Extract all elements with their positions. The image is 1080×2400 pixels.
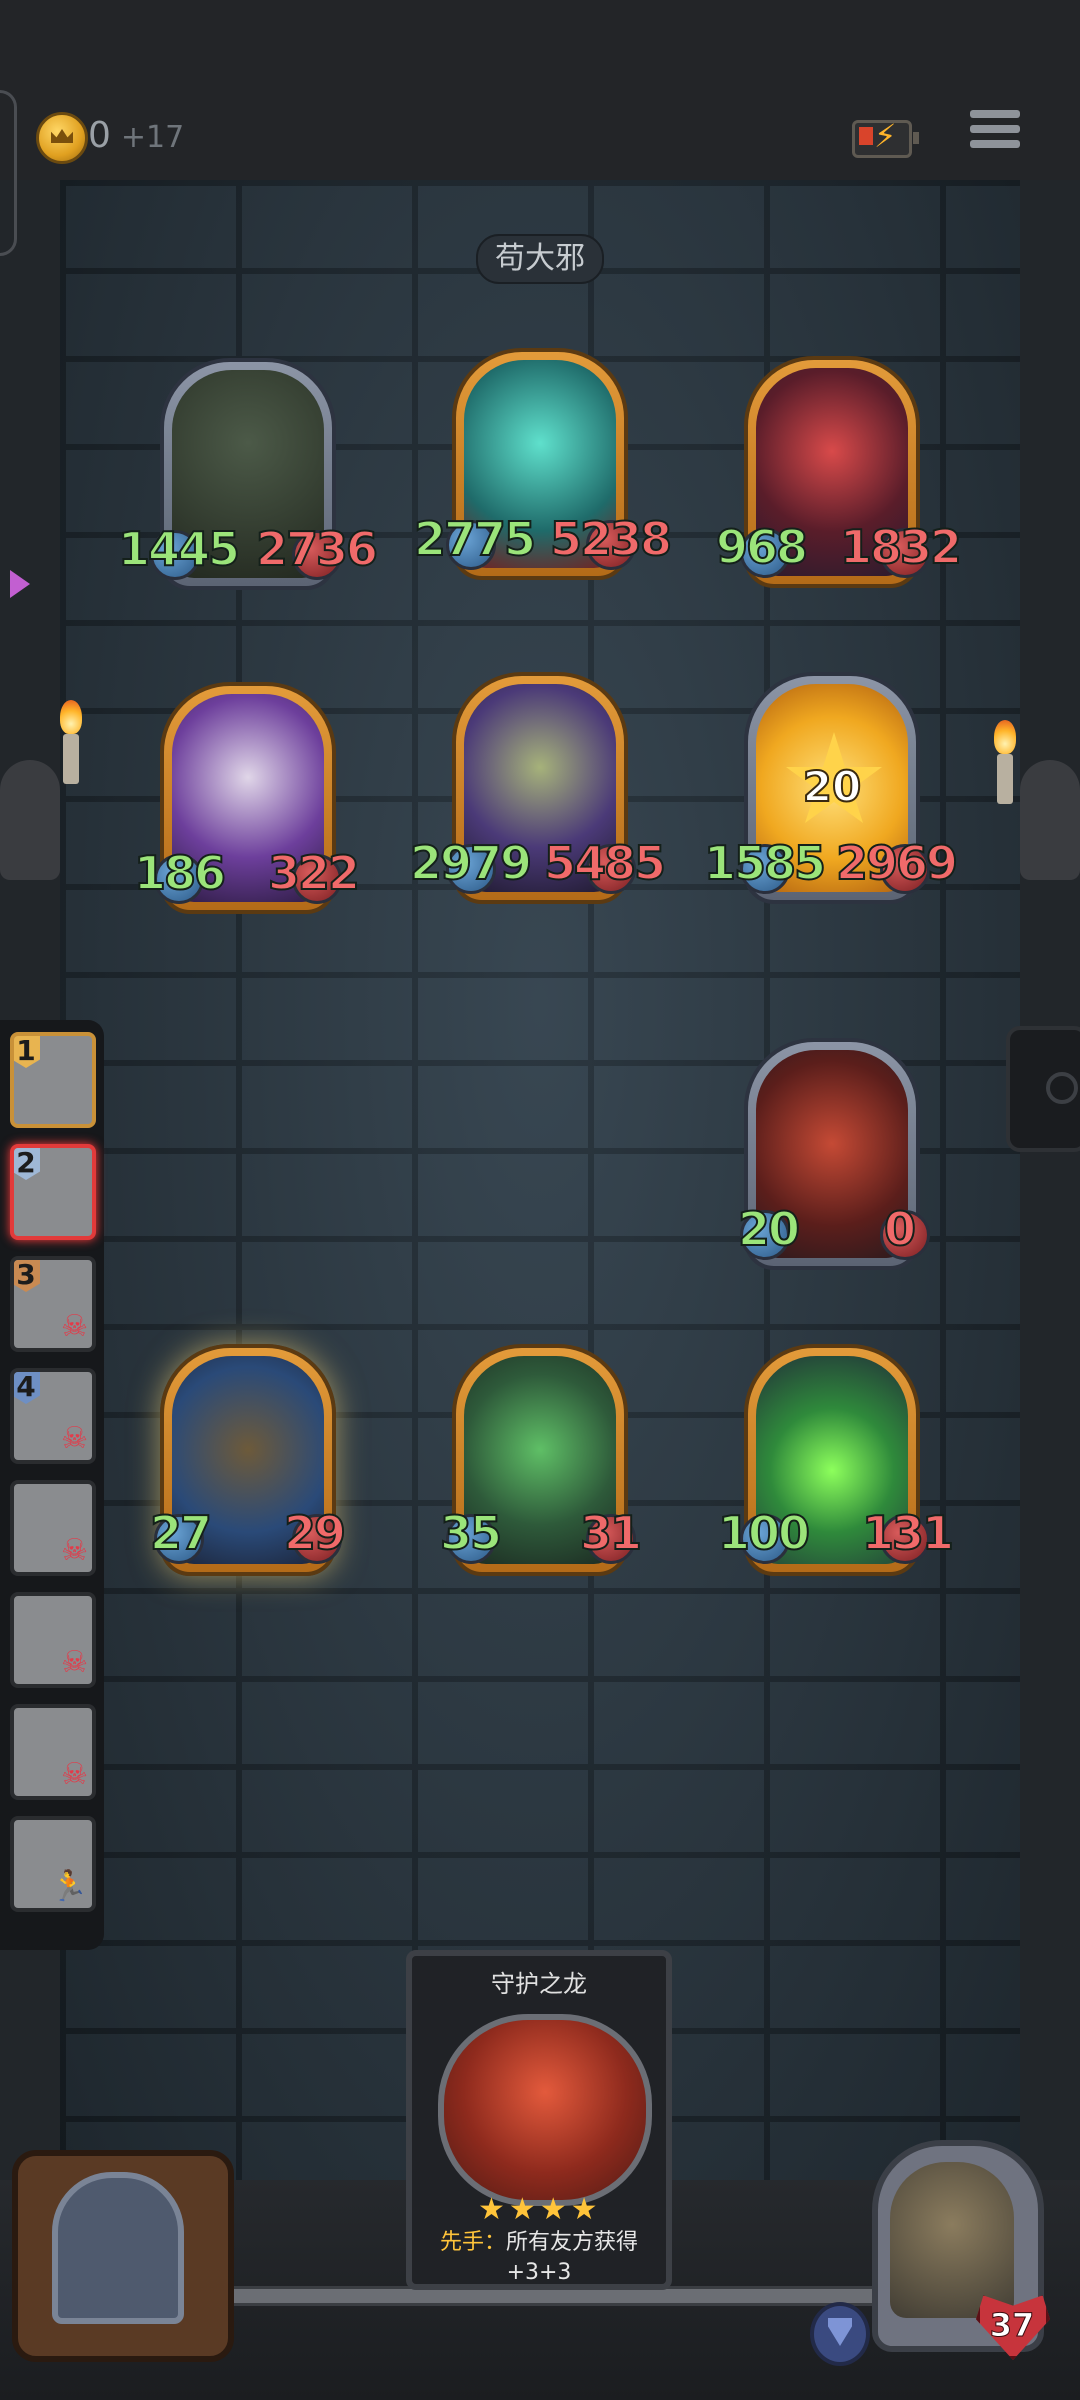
left-torch-icon xyxy=(56,700,86,790)
skull-crossbones-icon: ☠ xyxy=(61,1421,88,1456)
top-bar: 0 +17 ⚡ xyxy=(0,0,1080,184)
skull-crossbones-icon: ☠ xyxy=(61,1533,88,1568)
player-unit-1-health: 0 xyxy=(883,1201,917,1257)
star-rating-icon: ★★★★ xyxy=(478,2192,602,2227)
hand-card-bonus: +3+3 xyxy=(506,2260,572,2285)
right-side-handle[interactable] xyxy=(1006,1026,1080,1152)
crown-coin-icon xyxy=(36,112,88,164)
skull-crossbones-icon: ☠ xyxy=(61,1309,88,1344)
enemy-name: 苟大邪 xyxy=(476,234,604,284)
hand-card-description: 先手：所有友方获得 +3+3 xyxy=(418,2228,660,2288)
ranking-slot-1[interactable]: 1 xyxy=(10,1032,96,1128)
left-sconce xyxy=(0,760,60,880)
ranking-slot-2[interactable]: 2 xyxy=(10,1144,96,1240)
player-unit-1-attack: 20 xyxy=(737,1201,801,1257)
enemy-3-health: 1832 xyxy=(839,519,963,575)
ranking-slot-7[interactable]: ☠ xyxy=(10,1704,96,1800)
hand-card-text: 所有友方获得 xyxy=(506,2230,639,2255)
hand-card-dragon-portrait xyxy=(438,2014,652,2206)
gold-income: +17 xyxy=(120,120,185,155)
rank-badge: 3 xyxy=(14,1260,40,1292)
enemy-5-health: 5485 xyxy=(543,835,667,891)
player-unit-2-attack: 27 xyxy=(149,1505,213,1561)
enemy-1-health: 2736 xyxy=(255,521,379,577)
skull-crossbones-icon: ☠ xyxy=(61,1757,88,1792)
player-unit-3-attack: 35 xyxy=(439,1505,503,1561)
right-sconce xyxy=(1020,760,1080,880)
ranking-slot-4[interactable]: 4 ☠ xyxy=(10,1368,96,1464)
player-unit-4-health: 131 xyxy=(861,1505,955,1561)
hand-card[interactable]: 守护之龙 ★★★★ 先手：所有友方获得 +3+3 xyxy=(406,1950,672,2290)
axe-banner-icon xyxy=(52,2172,184,2324)
player-ranking-sidebar: 1 2 3 ☠ 4 ☠ ☠ ☠ ☠ 🏃 xyxy=(0,1020,104,1950)
rank-badge: 2 xyxy=(14,1148,40,1180)
skull-crossbones-icon: ☠ xyxy=(61,1645,88,1680)
ranking-slot-5[interactable]: ☠ xyxy=(10,1480,96,1576)
enemy-2-health: 5238 xyxy=(549,511,673,567)
gold-value: 0 xyxy=(88,115,111,156)
hero-portrait[interactable]: 37 xyxy=(872,2140,1052,2360)
ranking-slot-3[interactable]: 3 ☠ xyxy=(10,1256,96,1352)
running-figure-icon: 🏃 xyxy=(50,1869,88,1904)
enemy-2-attack: 2775 xyxy=(413,511,537,567)
shield-icon[interactable] xyxy=(810,2302,870,2366)
hand-card-title: 守护之龙 xyxy=(491,1970,587,1998)
enemy-1-attack: 1445 xyxy=(117,521,241,577)
enemy-4-attack: 186 xyxy=(133,845,227,901)
right-wall xyxy=(1020,180,1080,2400)
menu-icon[interactable] xyxy=(970,110,1020,158)
player-unit-3-health: 31 xyxy=(579,1505,643,1561)
enemy-6-attack: 1585 xyxy=(703,835,827,891)
star-badge-value: 20 xyxy=(802,761,862,812)
ranking-slot-8[interactable]: 🏃 xyxy=(10,1816,96,1912)
enemy-4-health: 322 xyxy=(267,845,361,901)
gold-counter: 0 +17 xyxy=(88,115,184,156)
lightning-icon: ⚡ xyxy=(874,117,897,155)
player-unit-4-attack: 100 xyxy=(717,1505,811,1561)
hand-card-keyword: 先手： xyxy=(439,2230,506,2255)
cat-hero-icon xyxy=(890,2162,1014,2318)
enemy-5-attack: 2979 xyxy=(409,835,533,891)
tavern-button[interactable] xyxy=(12,2150,234,2362)
expand-arrow-icon[interactable] xyxy=(10,570,30,598)
ranking-slot-6[interactable]: ☠ xyxy=(10,1592,96,1688)
rank-badge: 4 xyxy=(14,1372,40,1404)
right-torch-icon xyxy=(990,720,1020,810)
left-edge-tab[interactable] xyxy=(0,90,17,256)
rank-badge: 1 xyxy=(14,1036,40,1068)
enemy-6-health: 2969 xyxy=(835,835,959,891)
hero-health: 37 xyxy=(989,2306,1035,2345)
player-unit-2-health: 29 xyxy=(283,1505,347,1561)
enemy-3-attack: 968 xyxy=(715,519,809,575)
